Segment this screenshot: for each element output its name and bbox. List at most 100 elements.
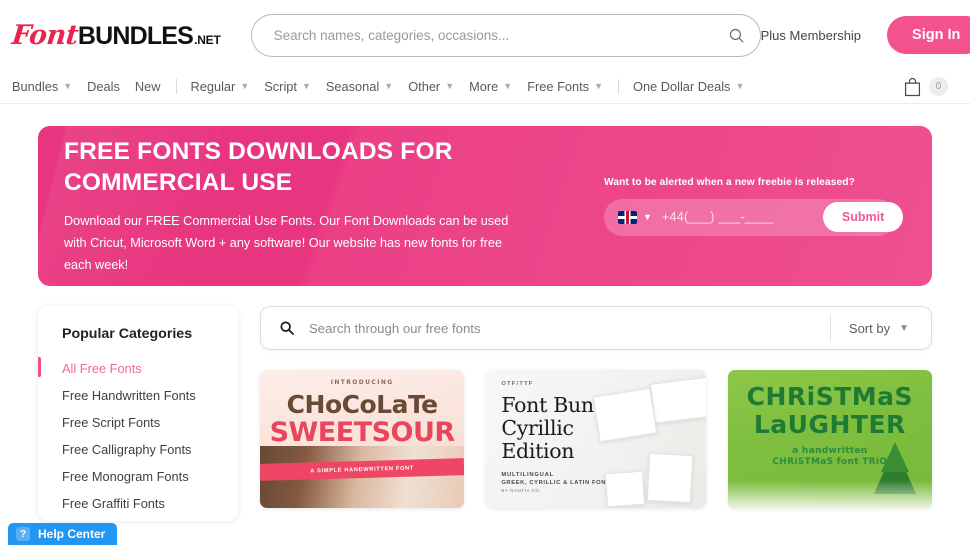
- nav-item-label: Seasonal: [325, 79, 380, 94]
- global-search-bar[interactable]: [250, 13, 761, 57]
- categories-sidebar: Popular Categories All Free Fonts Free Ha…: [38, 306, 238, 521]
- question-mark-icon: ?: [16, 527, 30, 541]
- sidebar-item-free-handwritten-fonts[interactable]: Free Handwritten Fonts: [38, 382, 238, 409]
- shopping-bag-icon: [904, 77, 921, 96]
- card-intro-label: INTRODUCING: [330, 379, 394, 386]
- hero-signup-block: Want to be alerted when a new freebie is…: [604, 176, 904, 236]
- font-card-christmas-laughter[interactable]: CHRiSTMaS LaUGHTER a handwritten CHRiSTM…: [727, 370, 932, 508]
- sidebar-item-label: Free Handwritten Fonts: [62, 388, 196, 403]
- hero-banner: FREE FONTS DOWNLOADS FOR COMMERCIAL USE …: [38, 126, 932, 286]
- nav-item-script[interactable]: Script ▼: [264, 79, 311, 94]
- chevron-down-icon: ▼: [63, 81, 73, 91]
- content-area: Popular Categories All Free Fonts Free Ha…: [0, 286, 970, 521]
- font-search-input[interactable]: [309, 320, 830, 336]
- sort-by-dropdown[interactable]: Sort by ▼: [849, 321, 927, 336]
- site-header: FontBUNDLES.NET Plus Membership Sign In: [0, 0, 970, 70]
- nav-item-more[interactable]: More ▼: [469, 79, 512, 94]
- card-preview-image: [649, 376, 706, 424]
- card-subtitle-2: CHRiSTMaS font TRiO: [772, 457, 888, 467]
- nav-item-label: Regular: [190, 79, 236, 94]
- sidebar-item-free-christmas-fonts[interactable]: Free Christmas Fonts: [38, 517, 238, 521]
- hero-section: FREE FONTS DOWNLOADS FOR COMMERCIAL USE …: [0, 104, 970, 286]
- nav-item-label: More: [469, 79, 499, 94]
- main-navigation: Bundles ▼ Deals New Regular ▼ Script ▼ Seasonal ▼…: [0, 70, 970, 104]
- christmas-tree-icon: [880, 442, 909, 472]
- card-subtitle-1: a handwritten: [792, 446, 868, 456]
- card-title-line2: LaUGHTER: [753, 410, 906, 439]
- cart-count-badge: 0: [929, 77, 948, 96]
- card-preview-image: [646, 452, 693, 504]
- nav-item-label: Deals: [87, 79, 120, 94]
- nav-item-one-dollar-deals[interactable]: One Dollar Deals ▼: [633, 79, 744, 94]
- phone-signup-row[interactable]: ▼ Submit: [604, 198, 904, 236]
- nav-item-regular[interactable]: Regular ▼: [191, 79, 250, 94]
- cart-zone[interactable]: 0: [903, 77, 948, 97]
- hero-title-line2: COMMERCIAL USE: [64, 169, 293, 196]
- sign-in-button[interactable]: Sign In: [887, 16, 970, 54]
- sort-by-label: Sort by: [848, 320, 891, 336]
- hero-alert-text: Want to be alerted when a new freebie is…: [604, 176, 855, 188]
- nav-item-label: Other: [408, 79, 441, 94]
- nav-item-label: Script: [264, 79, 297, 94]
- chevron-down-icon: ▼: [503, 81, 513, 91]
- chevron-down-icon: ▼: [594, 81, 603, 91]
- sidebar-item-free-calligraphy-fonts[interactable]: Free Calligraphy Fonts: [38, 436, 238, 463]
- hero-text-block: FREE FONTS DOWNLOADS FOR COMMERCIAL USE …: [64, 136, 564, 276]
- hero-title-line1: FREE FONTS DOWNLOADS FOR: [64, 138, 453, 165]
- global-search-button[interactable]: [720, 18, 754, 52]
- chevron-down-icon: ▼: [899, 322, 909, 334]
- chevron-down-icon: ▼: [445, 81, 455, 91]
- font-card-chocolate-sweetsour[interactable]: INTRODUCING CHoCoLaTe SWEETSOUR A SIMPLE…: [260, 370, 465, 508]
- plus-membership-link[interactable]: Plus Membership: [761, 28, 861, 43]
- sort-separator: [829, 315, 831, 341]
- search-icon: [280, 321, 294, 335]
- card-preview-image: [592, 387, 657, 443]
- sidebar-item-label: Free Graffiti Fonts: [62, 496, 165, 511]
- nav-item-seasonal[interactable]: Seasonal ▼: [326, 79, 393, 94]
- hero-description: Download our FREE Commercial Use Fonts. …: [64, 214, 509, 272]
- chevron-down-icon: ▼: [735, 81, 745, 91]
- uk-flag-icon[interactable]: [618, 210, 637, 224]
- nav-item-free-fonts[interactable]: Free Fonts ▼: [527, 79, 603, 94]
- nav-divider: [175, 79, 177, 94]
- font-card-cyrillic-edition[interactable]: OTF/TTF Font Bundle Cyrillic Edition MUL…: [486, 370, 706, 508]
- global-search-input[interactable]: [273, 27, 720, 43]
- hero-title: FREE FONTS DOWNLOADS FOR COMMERCIAL USE: [64, 136, 564, 198]
- main-column: Sort by ▼ INTRODUCING CHoCoLaTe SWEETSOU…: [260, 306, 932, 521]
- font-search-bar[interactable]: Sort by ▼: [260, 306, 932, 350]
- sidebar-item-all-free-fonts[interactable]: All Free Fonts: [38, 355, 238, 382]
- font-card-grid: INTRODUCING CHoCoLaTe SWEETSOUR A SIMPLE…: [260, 370, 932, 508]
- chevron-down-icon[interactable]: ▼: [643, 212, 652, 222]
- chevron-down-icon: ▼: [384, 81, 394, 91]
- card-preview-image: [727, 482, 932, 508]
- logo-text-net: .NET: [194, 32, 221, 47]
- nav-item-label: New: [134, 79, 161, 94]
- sidebar-item-label: Free Script Fonts: [62, 415, 161, 430]
- nav-item-label: Bundles: [12, 79, 59, 94]
- logo-text-bundles: BUNDLES: [77, 21, 194, 50]
- nav-item-label: One Dollar Deals: [633, 79, 731, 94]
- help-center-label: Help Center: [38, 527, 106, 541]
- phone-number-input[interactable]: [661, 210, 823, 224]
- site-logo[interactable]: Font BUNDLES .NET: [10, 19, 221, 51]
- chevron-down-icon: ▼: [301, 81, 311, 91]
- nav-item-label: Free Fonts: [527, 79, 590, 94]
- nav-item-other[interactable]: Other ▼: [408, 79, 454, 94]
- category-list: All Free Fonts Free Handwritten Fonts Free…: [38, 355, 238, 521]
- nav-item-deals[interactable]: Deals: [87, 79, 120, 94]
- help-center-widget[interactable]: ? Help Center: [8, 523, 118, 545]
- card-preview-image: [604, 470, 645, 508]
- logo-text-font: Font: [10, 19, 80, 51]
- card-title-line2: SWEETSOUR: [269, 417, 456, 448]
- sidebar-item-free-graffiti-fonts[interactable]: Free Graffiti Fonts: [38, 490, 238, 517]
- sidebar-item-free-script-fonts[interactable]: Free Script Fonts: [38, 409, 238, 436]
- search-icon: [729, 28, 744, 42]
- card-title-line1: CHRiSTMaS: [746, 382, 914, 411]
- chevron-down-icon: ▼: [240, 81, 250, 91]
- card-title-line1: CHoCoLaTe: [286, 390, 438, 419]
- nav-item-new[interactable]: New: [135, 79, 161, 94]
- nav-item-bundles[interactable]: Bundles ▼: [12, 79, 72, 94]
- submit-button[interactable]: Submit: [822, 202, 904, 232]
- sidebar-title: Popular Categories: [62, 326, 193, 342]
- sidebar-item-free-monogram-fonts[interactable]: Free Monogram Fonts: [38, 463, 238, 490]
